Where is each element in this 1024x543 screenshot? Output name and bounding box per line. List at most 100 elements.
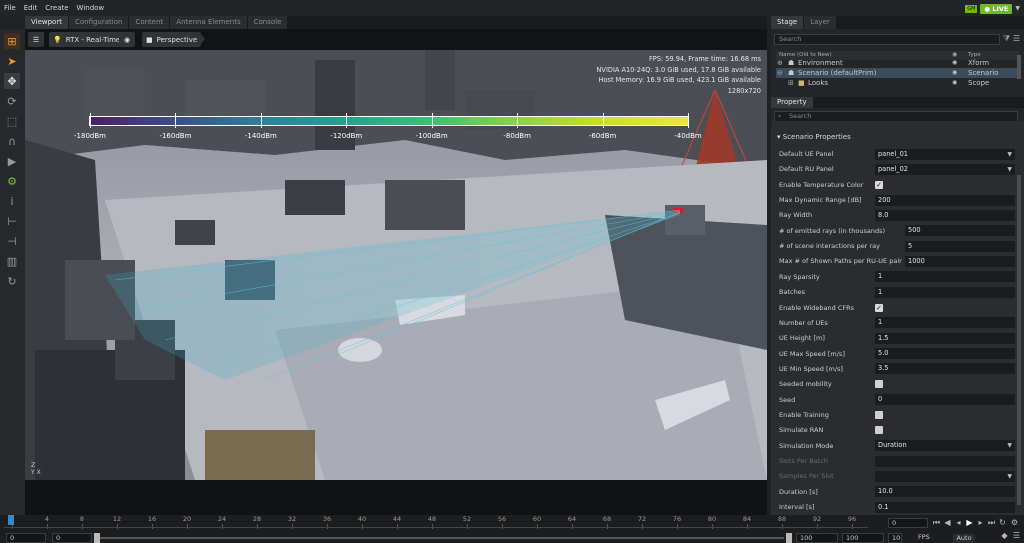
loop-icon[interactable]: ↻ xyxy=(998,518,1007,528)
timeline[interactable]: 0481216202428323640444852566064687276808… xyxy=(0,515,1024,543)
property-field[interactable]: 1 xyxy=(875,317,1015,329)
menu-icon[interactable]: ☰ xyxy=(1012,531,1021,541)
property-scrollbar[interactable] xyxy=(1017,175,1021,505)
property-field[interactable]: 200 xyxy=(875,194,1015,206)
start-range-field[interactable]: 0 xyxy=(52,533,92,543)
align-icon[interactable]: ⊢ xyxy=(4,213,20,229)
current-frame-field[interactable]: 0 xyxy=(888,518,928,528)
columns-icon[interactable]: ▥ xyxy=(4,253,20,269)
property-field[interactable]: 0 xyxy=(875,394,1015,406)
property-dropdown[interactable] xyxy=(875,470,1015,482)
property-dropdown[interactable]: panel_01 xyxy=(875,148,1015,160)
hud-resolution: 1280x720 xyxy=(727,86,761,95)
property-field[interactable]: 5.0 xyxy=(875,348,1015,360)
property-field[interactable]: 3.5 xyxy=(875,363,1015,375)
property-checkbox[interactable] xyxy=(875,410,883,419)
property-field[interactable]: 0.1 xyxy=(875,501,1015,513)
property-checkbox[interactable] xyxy=(875,380,883,389)
fps-label: FPS xyxy=(918,533,930,541)
start-frame-field[interactable]: 0 xyxy=(6,533,46,543)
eye-icon[interactable]: ◉ xyxy=(119,32,135,47)
options-icon[interactable]: ☰ xyxy=(1013,34,1020,43)
left-toolbar: ⊞ ➤ ✥ ⟳ ⬚ ∩ ▶ ⚙ ⅰ ⊢ ⊣ ▥ ↻ xyxy=(0,29,25,515)
property-field[interactable]: 1 xyxy=(875,286,1015,298)
skip-end-icon[interactable]: ⏭ xyxy=(987,518,996,528)
skip-start-icon[interactable]: ⏮ xyxy=(932,518,941,528)
property-checkbox[interactable]: ✓ xyxy=(875,303,883,312)
live-button[interactable]: ● LIVE xyxy=(980,3,1013,14)
timeline-settings-icon[interactable]: ⚙ xyxy=(1010,518,1019,528)
auto-button[interactable]: Auto xyxy=(953,534,975,543)
property-field[interactable]: 1.5 xyxy=(875,332,1015,344)
menu-create[interactable]: Create xyxy=(41,4,72,12)
property-dropdown[interactable]: Duration xyxy=(875,440,1015,452)
stage-search-input[interactable]: Search xyxy=(774,34,1000,45)
stage-scrollbar[interactable] xyxy=(1017,55,1021,79)
property-checkbox[interactable] xyxy=(875,426,883,435)
play-icon[interactable]: ▶ xyxy=(965,518,974,528)
visibility-icon[interactable]: ◉ xyxy=(952,68,957,78)
tab-property[interactable]: Property xyxy=(771,97,813,108)
step-back-icon[interactable]: ◀ xyxy=(943,518,952,528)
range-end-handle[interactable] xyxy=(786,533,792,543)
scale-icon[interactable]: ⬚ xyxy=(4,113,20,129)
snap-icon[interactable]: ∩ xyxy=(4,133,20,149)
end-range-field[interactable]: 100 xyxy=(796,533,838,543)
property-dropdown[interactable]: panel_02 xyxy=(875,163,1015,175)
settings-icon[interactable]: ☰ xyxy=(28,32,44,47)
refresh-icon[interactable]: ↻ xyxy=(4,273,20,289)
expand-icon[interactable]: ⊕ xyxy=(777,58,783,68)
property-field[interactable]: 10.0 xyxy=(875,486,1015,498)
property-field[interactable]: 1 xyxy=(875,271,1015,283)
filter-icon[interactable]: ⧩ xyxy=(1003,34,1010,44)
playhead[interactable] xyxy=(8,515,14,525)
tab-layer[interactable]: Layer xyxy=(804,16,836,29)
timeline-tick-label: 24 xyxy=(217,515,227,523)
stage-row[interactable]: ⊞ ■ Looks ◉ Scope xyxy=(776,78,1019,88)
fps-field[interactable]: 10 xyxy=(888,533,902,543)
tab-configuration[interactable]: Configuration xyxy=(68,16,129,29)
property-row: Seed 0 xyxy=(779,394,1015,406)
menu-file[interactable]: File xyxy=(0,4,20,12)
visibility-icon[interactable]: ◉ xyxy=(952,78,957,88)
visibility-icon[interactable]: ◉ xyxy=(952,58,957,68)
property-field[interactable]: 1000 xyxy=(905,255,1015,267)
pointer-icon[interactable]: ➤ xyxy=(4,53,20,69)
tab-console[interactable]: Console xyxy=(247,16,288,29)
camera-button[interactable]: ■ Perspective xyxy=(142,32,202,47)
renderer-button[interactable]: 💡 RTX - Real-Time xyxy=(49,32,125,47)
property-field[interactable]: 8.0 xyxy=(875,209,1015,221)
section-header[interactable]: ▾ Scenario Properties xyxy=(777,133,851,141)
expand-icon[interactable]: ⊞ xyxy=(788,78,794,88)
tab-content[interactable]: Content xyxy=(129,16,170,29)
viewport-scene[interactable]: -180dBm -160dBm -140dBm -120dBm -100dBm -80dB… xyxy=(25,50,767,480)
menu-window[interactable]: Window xyxy=(73,4,109,12)
keyframe-icon[interactable]: ◆ xyxy=(1000,531,1009,541)
tab-stage[interactable]: Stage xyxy=(771,16,804,29)
end-frame-field[interactable]: 100 xyxy=(842,533,884,543)
move-icon[interactable]: ✥ xyxy=(4,73,20,89)
property-field[interactable] xyxy=(875,455,1015,467)
stage-row-name: Scenario (defaultPrim) xyxy=(798,69,877,77)
play-icon[interactable]: ▶ xyxy=(4,153,20,169)
play-reverse-icon[interactable]: ◂ xyxy=(954,518,963,528)
gear-icon[interactable]: ⚙ xyxy=(4,173,20,189)
property-field[interactable]: 500 xyxy=(905,225,1015,237)
property-field[interactable]: 5 xyxy=(905,240,1015,252)
timeline-tick-label: 92 xyxy=(812,515,822,523)
property-checkbox[interactable]: ✓ xyxy=(875,180,883,189)
select-mode-icon[interactable]: ⊞ xyxy=(4,33,20,49)
collapse-icon[interactable]: ⊖ xyxy=(777,68,783,78)
rotate-icon[interactable]: ⟳ xyxy=(4,93,20,109)
distribute-icon[interactable]: ⊣ xyxy=(4,233,20,249)
chevron-down-icon[interactable]: ▼ xyxy=(1015,5,1020,12)
stage-row[interactable]: ⊕ ☗ Environment ◉ Xform xyxy=(776,58,1019,68)
step-forward-icon[interactable]: ▸ xyxy=(976,518,985,528)
tab-viewport[interactable]: Viewport xyxy=(25,16,68,29)
search-icon: ⌕ xyxy=(778,112,782,120)
tab-antenna-elements[interactable]: Antenna Elements xyxy=(170,16,247,29)
property-row: Seeded mobility xyxy=(779,378,1015,390)
menu-edit[interactable]: Edit xyxy=(20,4,42,12)
stage-row[interactable]: ⊖ ☗ Scenario (defaultPrim) ◉ Scenario xyxy=(776,68,1019,78)
info-icon[interactable]: ⅰ xyxy=(4,193,20,209)
